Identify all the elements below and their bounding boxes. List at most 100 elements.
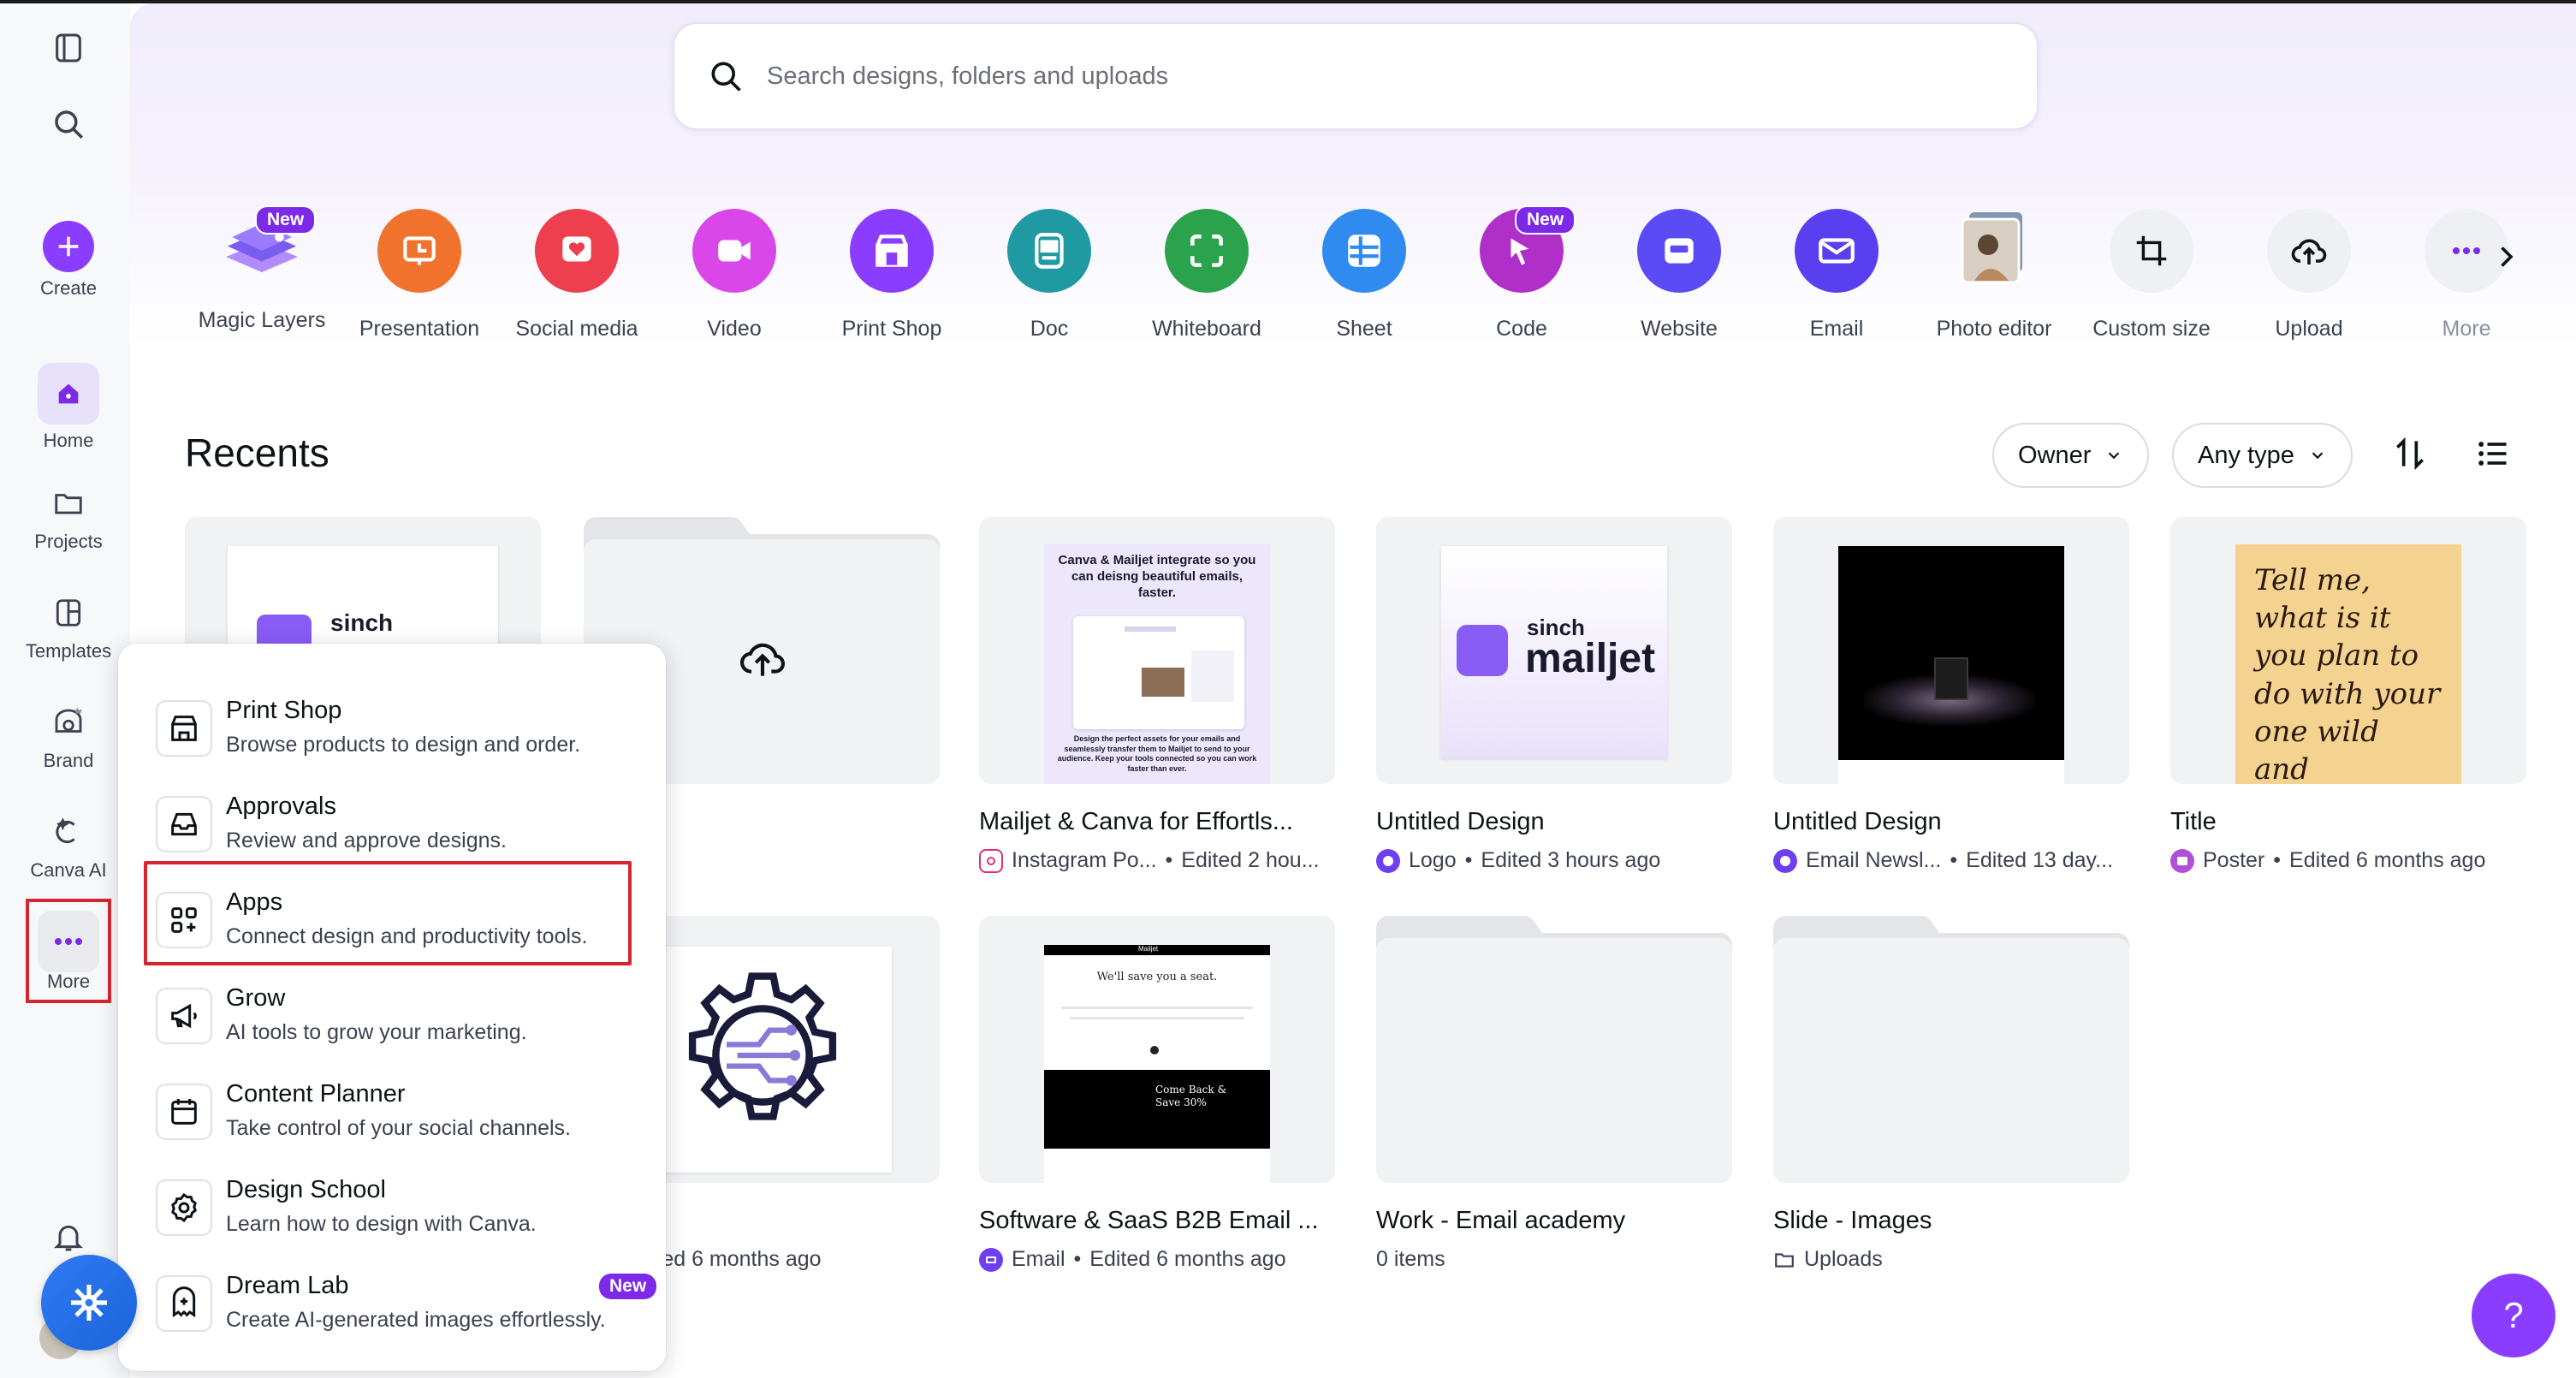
- assistant-button[interactable]: [41, 1255, 137, 1351]
- folder-slide-images[interactable]: Slide - Images Uploads: [1773, 916, 2129, 1272]
- apps-highlight-box: [144, 861, 632, 965]
- card-thumbnail: Canva & Mailjet integrate so you can dei…: [979, 517, 1335, 784]
- sidebar-search-button[interactable]: [17, 106, 120, 142]
- recent-card-untitled-email[interactable]: Untitled Design Email Newsl... • Edited …: [1773, 517, 2129, 873]
- menu-item-dream-lab[interactable]: Dream Lab New Create AI-generated images…: [156, 1262, 657, 1347]
- thumb-body: Design the perfect assets for your email…: [1057, 734, 1257, 774]
- design-type-video[interactable]: Video: [656, 209, 813, 342]
- owner-filter-dropdown[interactable]: Owner: [1992, 423, 2150, 488]
- poster-type-icon: [2170, 848, 2194, 873]
- cloud-upload-icon: [2267, 209, 2351, 293]
- scroll-right-button[interactable]: [2490, 241, 2521, 276]
- card-edited: Edited 6 months ago: [1089, 1247, 1286, 1271]
- design-type-doc[interactable]: Doc: [970, 209, 1128, 342]
- plus-icon: [43, 221, 94, 272]
- recent-card-title-poster[interactable]: Tell me, what is it you plan to do with …: [2170, 517, 2526, 873]
- design-type-whiteboard[interactable]: Whiteboard: [1128, 209, 1285, 342]
- badge-icon: [156, 1179, 212, 1236]
- mailjet-text: mailjet: [1525, 636, 1656, 681]
- search-bar[interactable]: [673, 22, 2039, 130]
- design-type-code[interactable]: New Code: [1443, 205, 1600, 342]
- sidebar-item-templates[interactable]: Templates: [17, 582, 120, 662]
- card-edited: Edited 2 hou...: [1181, 848, 1320, 872]
- design-type-label: Custom size: [2092, 317, 2211, 341]
- design-type-custom-size[interactable]: Custom size: [2073, 209, 2230, 342]
- gear-icon: [688, 972, 837, 1120]
- storefront-icon: [850, 209, 934, 293]
- recent-card-software-saas-email[interactable]: Mailjet We'll save you a seat. Come Back…: [979, 916, 1335, 1272]
- folder-location: Uploads: [1804, 1247, 1883, 1271]
- doc-icon: [1007, 209, 1091, 293]
- design-type-email[interactable]: Email: [1758, 209, 1915, 342]
- sparkle-icon: [71, 1285, 107, 1321]
- toggle-sidebar-button[interactable]: [17, 31, 120, 65]
- inbox-icon: [156, 796, 212, 852]
- help-button[interactable]: ?: [2472, 1274, 2555, 1357]
- menu-item-title: Approvals: [226, 793, 336, 820]
- folder-icon: [1775, 1252, 1794, 1268]
- design-type-social-media[interactable]: Social media: [498, 209, 656, 342]
- search-input[interactable]: [767, 62, 1965, 91]
- sidebar-item-canva-ai[interactable]: Canva AI: [17, 801, 120, 882]
- design-type-more[interactable]: More: [2388, 209, 2545, 342]
- thumb-headline: Canva & Mailjet integrate so you can dei…: [1058, 553, 1256, 600]
- create-button[interactable]: Create: [17, 221, 120, 300]
- card-title: Work - Email academy: [1376, 1207, 1626, 1234]
- logo-type-icon: [1376, 848, 1400, 873]
- envelope-icon: [1795, 209, 1879, 293]
- design-type-label: Photo editor: [1936, 317, 2052, 341]
- design-type-sheet[interactable]: Sheet: [1285, 209, 1443, 342]
- menu-item-content-planner[interactable]: Content Planner Take control of your soc…: [156, 1070, 652, 1155]
- recent-card-untitled-logo[interactable]: sinch mailjet Untitled Design Logo • Edi…: [1376, 517, 1732, 873]
- recent-card-mailjet-canva[interactable]: Canva & Mailjet integrate so you can dei…: [979, 517, 1335, 873]
- sidebar-item-label: Brand: [43, 750, 94, 771]
- list-view-button[interactable]: [2473, 435, 2511, 477]
- sidebar-item-home[interactable]: Home: [17, 363, 120, 452]
- menu-item-design-school[interactable]: Design School Learn how to design with C…: [156, 1166, 652, 1251]
- menu-item-approvals[interactable]: Approvals Review and approve designs.: [156, 782, 652, 868]
- menu-item-title: Dream Lab: [226, 1272, 349, 1299]
- menu-item-desc: Browse products to design and order.: [226, 733, 581, 757]
- card-thumbnail: Tell me, what is it you plan to do with …: [2170, 517, 2526, 784]
- folder-icon: [38, 472, 99, 534]
- instagram-icon: [979, 848, 1003, 873]
- card-meta: Instagram Po... • Edited 2 hou...: [979, 848, 1335, 873]
- search-icon: [55, 110, 83, 139]
- sidebar-item-projects[interactable]: Projects: [17, 472, 120, 553]
- new-badge: New: [599, 1274, 657, 1299]
- type-filter-dropdown[interactable]: Any type: [2172, 423, 2353, 488]
- notifications-button[interactable]: [17, 1219, 120, 1255]
- sidebar-toggle-icon: [56, 33, 81, 62]
- more-highlight-box: [26, 899, 111, 1003]
- brand-icon: [38, 692, 99, 753]
- design-type-magic-layers[interactable]: New Magic Layers: [183, 205, 341, 333]
- folder-icon: [1376, 916, 1732, 1183]
- design-type-upload[interactable]: Upload: [2230, 209, 2388, 342]
- design-type-website[interactable]: Website: [1600, 209, 1758, 342]
- list-view-icon: [2478, 442, 2507, 466]
- design-type-photo-editor[interactable]: Photo editor: [1915, 209, 2073, 342]
- card-title: Title: [2170, 808, 2217, 835]
- design-type-print-shop[interactable]: Print Shop: [813, 209, 970, 342]
- menu-item-desc: AI tools to grow your marketing.: [226, 1020, 527, 1044]
- sidebar-item-brand[interactable]: Brand: [17, 692, 120, 772]
- card-meta: Uploads: [1773, 1247, 2129, 1272]
- card-type: Logo: [1409, 848, 1457, 872]
- card-type: Email Newsl...: [1806, 848, 1942, 872]
- card-meta: Email • Edited 6 months ago: [979, 1247, 1335, 1272]
- search-icon: [711, 62, 741, 92]
- recents-title: Recents: [185, 431, 329, 475]
- sort-button[interactable]: [2391, 435, 2429, 477]
- menu-item-print-shop[interactable]: Print Shop Browse products to design and…: [156, 686, 652, 772]
- design-type-label: Doc: [1030, 317, 1069, 341]
- design-type-label: Social media: [515, 317, 638, 341]
- new-badge: New: [255, 205, 317, 235]
- create-label: Create: [39, 277, 98, 299]
- card-title: Software & SaaS B2B Email ...: [979, 1207, 1319, 1234]
- design-type-presentation[interactable]: Presentation: [341, 209, 498, 342]
- email-type-icon: [979, 1247, 1003, 1272]
- design-type-label: Whiteboard: [1152, 317, 1261, 341]
- folder-work-email-academy[interactable]: Work - Email academy 0 items: [1376, 916, 1732, 1272]
- menu-item-grow[interactable]: Grow AI tools to grow your marketing.: [156, 974, 652, 1060]
- menu-item-desc: Review and approve designs.: [226, 829, 507, 852]
